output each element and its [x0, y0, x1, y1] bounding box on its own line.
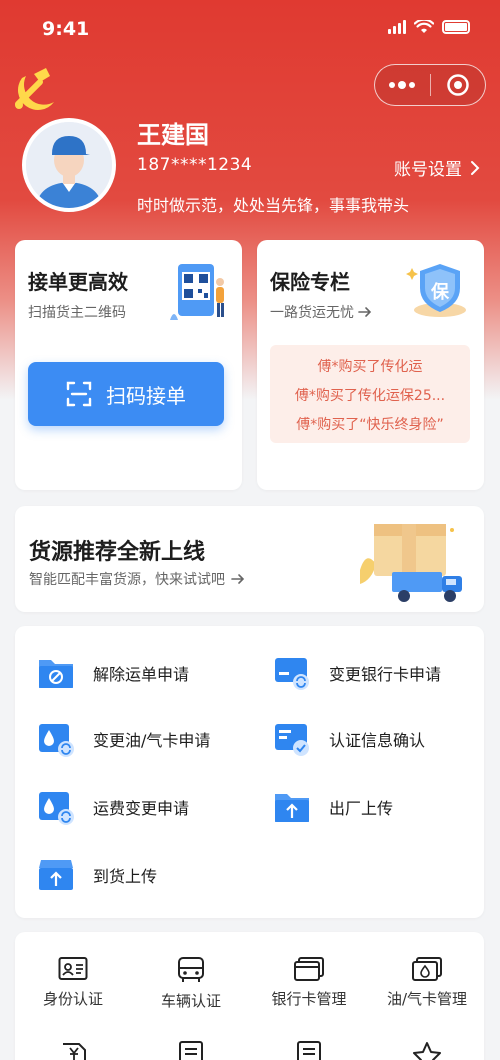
grid-item-bank-card[interactable]: 银行卡管理: [249, 956, 369, 1009]
freight-change-icon: [39, 792, 74, 825]
service-label: 认证信息确认: [329, 731, 426, 750]
service-label: 变更银行卡申请: [329, 665, 442, 684]
more-button[interactable]: [375, 65, 430, 105]
cargo-banner-subtitle-text: 智能匹配丰富货源，快来试试吧: [29, 572, 225, 588]
user-phone: 187****1234: [137, 155, 253, 175]
service-item-change-fuel-card[interactable]: 变更油/气卡申请: [37, 720, 210, 758]
order-card-title: 接单更高效: [28, 270, 128, 294]
account-settings-label: 账号设置: [394, 160, 462, 180]
grid-item-vehicle[interactable]: 车辆认证: [131, 956, 251, 1011]
insurance-shield-icon: 保: [406, 258, 474, 320]
driver-avatar-icon: [26, 122, 112, 208]
management-grid-card: 身份认证 车辆认证 银行卡管理 油/气卡管理: [15, 932, 484, 1060]
grid-item-fuel-card[interactable]: 油/气卡管理: [367, 956, 487, 1009]
target-close-icon: [447, 74, 469, 96]
list-document-icon: [297, 1041, 321, 1060]
user-name: 王建国: [137, 121, 209, 149]
document-icon: [179, 1041, 203, 1060]
signal-icon: [388, 20, 406, 34]
order-card: 接单更高效 扫描货主二维码 扫码接单: [15, 240, 242, 490]
yuan-receipt-icon: [63, 1043, 86, 1060]
service-list-card: 解除运单申请 变更银行卡申请 变更油/气卡申请 认证信息确认 运费变更申请 出厂…: [15, 626, 484, 918]
purchase-item: 傅*购买了“快乐终身险”: [296, 417, 444, 433]
arrow-right-icon: [358, 307, 372, 317]
service-item-factory-upload[interactable]: 出厂上传: [273, 788, 393, 826]
scan-icon: [66, 381, 92, 407]
status-time: 9:41: [42, 18, 90, 40]
service-item-arrival-upload[interactable]: 到货上传: [37, 856, 157, 894]
bank-card-icon: [294, 957, 324, 981]
purchase-item: 傅*购买了传化运保25...: [294, 388, 446, 404]
folder-cancel-icon: [39, 660, 73, 688]
status-bar: 9:41: [0, 0, 500, 56]
more-dots-icon: [389, 81, 416, 89]
service-item-freight-change[interactable]: 运费变更申请: [37, 788, 189, 826]
insurance-card[interactable]: 保险专栏 一路货运无忧 保 傅*购买了传化运 傅*购买了传化运保25... 傅*…: [257, 240, 484, 490]
service-item-cancel-waybill[interactable]: 解除运单申请: [37, 654, 189, 692]
avatar[interactable]: [22, 118, 116, 212]
user-slogan: 时时做示范，处处当先锋，事事我带头: [137, 196, 410, 215]
insurance-subtitle-text: 一路货运无忧: [270, 305, 354, 321]
account-settings-link[interactable]: 账号设置: [394, 155, 480, 180]
grid-label: 油/气卡管理: [386, 990, 468, 1008]
service-label: 变更油/气卡申请: [93, 731, 211, 750]
miniprogram-capsule: [374, 64, 486, 106]
service-label: 解除运单申请: [93, 665, 190, 684]
battery-icon: [442, 20, 470, 34]
cargo-recommend-banner[interactable]: 货源推荐全新上线 智能匹配丰富货源，快来试试吧: [15, 506, 484, 612]
insurance-card-title: 保险专栏: [270, 270, 350, 294]
scan-order-label: 扫码接单: [106, 383, 186, 408]
close-button[interactable]: [431, 65, 486, 105]
service-item-verify-info[interactable]: 认证信息确认: [273, 720, 425, 758]
fuel-card-icon: [412, 957, 442, 981]
service-label: 出厂上传: [329, 799, 394, 818]
verify-card-icon: [275, 724, 309, 756]
grid-label: 身份认证: [42, 990, 103, 1008]
chevron-right-icon: [471, 160, 480, 175]
order-card-subtitle: 扫描货主二维码: [28, 305, 126, 321]
upload-box-icon: [39, 860, 73, 890]
bank-card-change-icon: [275, 658, 309, 690]
scan-order-button[interactable]: 扫码接单: [28, 362, 224, 426]
insurance-card-subtitle[interactable]: 一路货运无忧: [270, 302, 372, 322]
vehicle-icon: [178, 957, 204, 982]
grid-label: 车辆认证: [160, 992, 221, 1010]
insurance-purchase-feed: 傅*购买了传化运 傅*购买了传化运保25... 傅*购买了“快乐终身险”: [270, 345, 470, 443]
fuel-card-change-icon: [39, 724, 74, 757]
arrow-right-icon: [231, 574, 245, 584]
service-label: 运费变更申请: [93, 799, 190, 818]
qr-scan-illustration-icon: [170, 264, 224, 320]
id-card-icon: [58, 957, 88, 980]
status-icons: [388, 20, 470, 34]
service-label: 到货上传: [93, 867, 158, 886]
cargo-banner-subtitle: 智能匹配丰富货源，快来试试吧: [29, 569, 245, 589]
service-item-change-bank-card[interactable]: 变更银行卡申请: [273, 654, 441, 692]
star-icon: [413, 1042, 441, 1060]
cargo-banner-title: 货源推荐全新上线: [29, 540, 206, 565]
purchase-item: 傅*购买了传化运: [317, 359, 423, 375]
upload-folder-icon: [275, 794, 309, 822]
insurance-badge-text: 保: [431, 282, 449, 303]
cargo-truck-illustration-icon: [360, 524, 462, 602]
party-emblem-icon: [15, 68, 54, 110]
grid-item-identity[interactable]: 身份认证: [13, 956, 133, 1009]
grid-label: 银行卡管理: [271, 990, 347, 1008]
wifi-icon: [414, 20, 434, 33]
